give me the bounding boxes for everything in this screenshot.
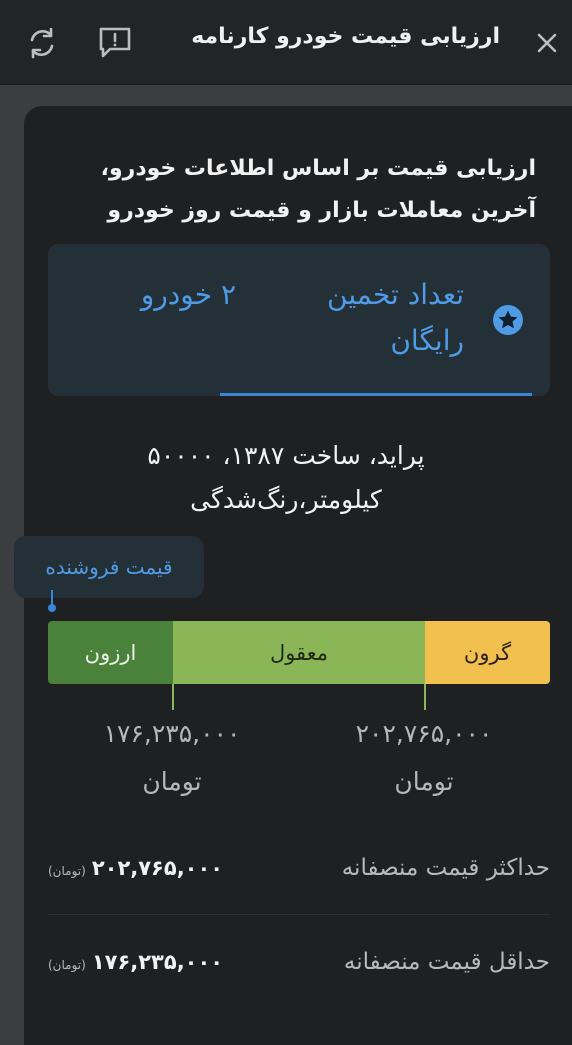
price-segment-expensive-label: گرون <box>463 640 512 665</box>
min-fair-price-label: حداقل قیمت منصفانه <box>343 949 550 975</box>
app-header: ارزیابی قیمت خودرو کارنامه <box>0 0 572 85</box>
max-fair-price-label: حداکثر قیمت منصفانه <box>341 855 550 881</box>
high-price-unit: تومان <box>394 767 454 796</box>
report-issue-icon[interactable] <box>96 24 134 60</box>
low-price-tick <box>172 684 174 710</box>
price-segment-fair-label: معقول <box>269 640 329 665</box>
max-fair-price-unit: (تومان) <box>48 864 86 878</box>
max-fair-price: (تومان) ۲۰۲,۷۶۵,۰۰۰ <box>48 856 223 880</box>
min-fair-price-row: حداقل قیمت منصفانه (تومان) ۱۷۶,۲۳۵,۰۰۰ <box>48 916 550 1008</box>
intro-text: ارزیابی قیمت بر اساس اطلاعات خودرو، آخری… <box>100 156 536 223</box>
min-fair-price-unit: (تومان) <box>48 958 86 972</box>
page-title: ارزیابی قیمت خودرو کارنامه <box>191 24 500 49</box>
min-fair-price: (تومان) ۱۷۶,۲۳۵,۰۰۰ <box>48 950 223 974</box>
max-fair-price-row: حداکثر قیمت منصفانه (تومان) ۲۰۲,۷۶۵,۰۰۰ <box>48 822 550 915</box>
low-price-bound: ۱۷۶,۲۳۵,۰۰۰ تومان <box>52 710 292 806</box>
free-estimate-banner[interactable]: تعداد تخمین رایگان ۲ خودرو <box>48 244 550 396</box>
min-fair-price-value: ۱۷۶,۲۳۵,۰۰۰ <box>91 950 224 974</box>
free-estimate-label: تعداد تخمین رایگان <box>327 278 464 357</box>
max-fair-price-value: ۲۰۲,۷۶۵,۰۰۰ <box>91 856 224 880</box>
high-price-bound: ۲۰۲,۷۶۵,۰۰۰ تومان <box>304 710 544 806</box>
price-segment-expensive: گرون <box>425 621 550 684</box>
price-segment-fair: معقول <box>173 621 425 684</box>
seller-price-tooltip: قیمت فروشنده <box>14 536 204 598</box>
close-icon[interactable] <box>532 28 562 58</box>
refresh-icon[interactable] <box>24 26 60 60</box>
price-range-bar: ارزون معقول گرون <box>48 621 550 684</box>
high-price-tick <box>424 684 426 710</box>
star-badge-icon <box>492 304 524 336</box>
price-segment-cheap-label: ارزون <box>84 640 137 665</box>
free-estimate-count: ۲ خودرو <box>140 278 236 311</box>
low-price-unit: تومان <box>142 767 202 796</box>
high-price-value: ۲۰۲,۷۶۵,۰۰۰ <box>355 719 493 748</box>
low-price-value: ۱۷۶,۲۳۵,۰۰۰ <box>103 719 241 748</box>
seller-price-label: قیمت فروشنده <box>45 555 173 579</box>
seller-price-marker-dot <box>48 604 56 612</box>
price-segment-cheap: ارزون <box>48 621 173 684</box>
active-tab-indicator <box>220 393 532 396</box>
car-description: پراید، ساخت ۱۳۸۷، ۵۰۰۰۰ کیلومتر،رنگ‌شدگی <box>147 441 425 514</box>
